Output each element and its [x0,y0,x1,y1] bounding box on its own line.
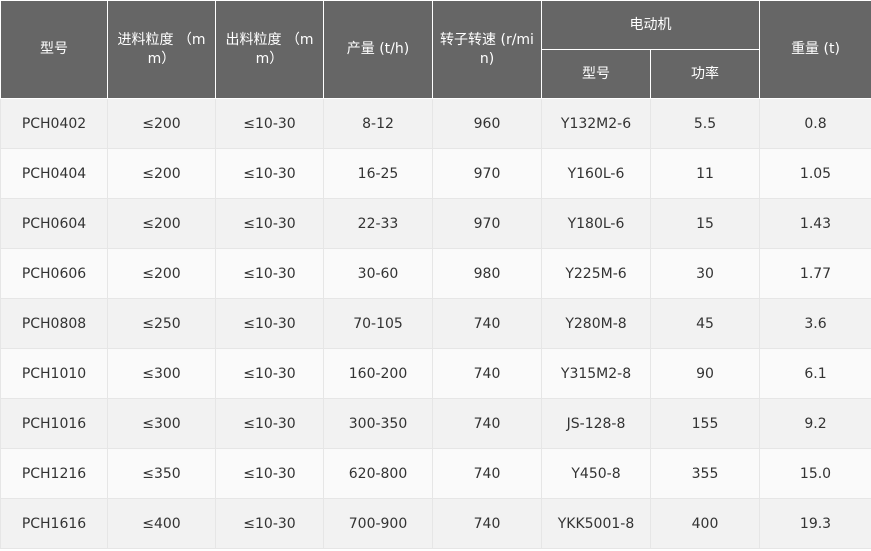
cell-rotor-speed: 740 [432,448,542,499]
cell-feed-size: ≤200 [107,148,216,199]
cell-rotor-speed: 960 [432,98,542,149]
cell-discharge-size: ≤10-30 [215,98,324,149]
cell-feed-size: ≤250 [107,298,216,349]
cell-motor-power: 355 [650,448,760,499]
cell-rotor-speed: 740 [432,398,542,449]
cell-weight: 6.1 [759,348,871,399]
header-feed-size: 进料粒度 （mm） [107,0,216,99]
cell-motor-model: Y160L-6 [541,148,651,199]
cell-model: PCH0606 [0,248,108,299]
cell-weight: 9.2 [759,398,871,449]
cell-motor-model: Y450-8 [541,448,651,499]
cell-weight: 15.0 [759,448,871,499]
cell-motor-power: 11 [650,148,760,199]
table-row: PCH0402 ≤200 ≤10-30 8-12 960 Y132M2-6 5.5 0.8 [0,98,871,149]
spec-table: 型号 进料粒度 （mm） 出料粒度 （mm） 产量 (t/h) 转子转速 (r/… [0,0,871,549]
cell-motor-power: 30 [650,248,760,299]
table-row: PCH0404 ≤200 ≤10-30 16-25 970 Y160L-6 11 1.05 [0,148,871,199]
cell-motor-model: YKK5001-8 [541,498,651,549]
cell-motor-power: 90 [650,348,760,399]
header-motor: 电动机 [541,0,760,50]
table-row: PCH1016 ≤300 ≤10-30 300-350 740 JS-128-8 155 9.… [0,398,871,449]
cell-model: PCH0404 [0,148,108,199]
cell-motor-model: Y180L-6 [541,198,651,249]
cell-rotor-speed: 740 [432,348,542,399]
header-weight: 重量 (t) [759,0,871,99]
cell-model: PCH1016 [0,398,108,449]
cell-motor-power: 400 [650,498,760,549]
cell-discharge-size: ≤10-30 [215,398,324,449]
cell-rotor-speed: 740 [432,298,542,349]
header-motor-model: 型号 [541,49,651,99]
cell-weight: 19.3 [759,498,871,549]
header-motor-power: 功率 [650,49,760,99]
cell-model: PCH0604 [0,198,108,249]
cell-discharge-size: ≤10-30 [215,148,324,199]
cell-motor-power: 45 [650,298,760,349]
table-row: PCH0808 ≤250 ≤10-30 70-105 740 Y280M-8 45 3.6 [0,298,871,349]
header-discharge-size: 出料粒度 （mm） [215,0,324,99]
cell-weight: 3.6 [759,298,871,349]
table-row: PCH0604 ≤200 ≤10-30 22-33 970 Y180L-6 15 1.43 [0,198,871,249]
table-row: PCH1616 ≤400 ≤10-30 700-900 740 YKK5001-8 400 1… [0,498,871,549]
cell-feed-size: ≤300 [107,348,216,399]
cell-feed-size: ≤200 [107,98,216,149]
table-body: PCH0402 ≤200 ≤10-30 8-12 960 Y132M2-6 5.5 0.8 PC… [0,98,871,549]
cell-capacity: 300-350 [323,398,433,449]
cell-weight: 1.43 [759,198,871,249]
cell-rotor-speed: 970 [432,148,542,199]
table-header: 型号 进料粒度 （mm） 出料粒度 （mm） 产量 (t/h) 转子转速 (r/… [0,0,871,99]
cell-motor-power: 5.5 [650,98,760,149]
cell-capacity: 70-105 [323,298,433,349]
cell-model: PCH1616 [0,498,108,549]
cell-discharge-size: ≤10-30 [215,498,324,549]
cell-capacity: 700-900 [323,498,433,549]
cell-rotor-speed: 740 [432,498,542,549]
table-row: PCH0606 ≤200 ≤10-30 30-60 980 Y225M-6 30 1.77 [0,248,871,299]
cell-motor-power: 155 [650,398,760,449]
cell-feed-size: ≤200 [107,198,216,249]
cell-capacity: 30-60 [323,248,433,299]
cell-weight: 1.05 [759,148,871,199]
cell-weight: 0.8 [759,98,871,149]
header-model: 型号 [0,0,108,99]
cell-discharge-size: ≤10-30 [215,248,324,299]
cell-motor-model: Y315M2-8 [541,348,651,399]
cell-model: PCH0402 [0,98,108,149]
cell-weight: 1.77 [759,248,871,299]
cell-model: PCH0808 [0,298,108,349]
cell-capacity: 22-33 [323,198,433,249]
header-rotor-speed: 转子转速 (r/min) [432,0,542,99]
cell-feed-size: ≤300 [107,398,216,449]
cell-model: PCH1010 [0,348,108,399]
cell-discharge-size: ≤10-30 [215,198,324,249]
cell-model: PCH1216 [0,448,108,499]
table-row: PCH1010 ≤300 ≤10-30 160-200 740 Y315M2-8 90 6.1 [0,348,871,399]
cell-motor-power: 15 [650,198,760,249]
cell-motor-model: Y225M-6 [541,248,651,299]
cell-motor-model: JS-128-8 [541,398,651,449]
cell-motor-model: Y132M2-6 [541,98,651,149]
cell-feed-size: ≤400 [107,498,216,549]
cell-rotor-speed: 970 [432,198,542,249]
cell-motor-model: Y280M-8 [541,298,651,349]
cell-capacity: 160-200 [323,348,433,399]
header-capacity: 产量 (t/h) [323,0,433,99]
cell-rotor-speed: 980 [432,248,542,299]
table-row: PCH1216 ≤350 ≤10-30 620-800 740 Y450-8 355 15.0 [0,448,871,499]
cell-capacity: 16-25 [323,148,433,199]
cell-discharge-size: ≤10-30 [215,348,324,399]
cell-feed-size: ≤350 [107,448,216,499]
cell-feed-size: ≤200 [107,248,216,299]
cell-discharge-size: ≤10-30 [215,298,324,349]
cell-discharge-size: ≤10-30 [215,448,324,499]
cell-capacity: 620-800 [323,448,433,499]
cell-capacity: 8-12 [323,98,433,149]
